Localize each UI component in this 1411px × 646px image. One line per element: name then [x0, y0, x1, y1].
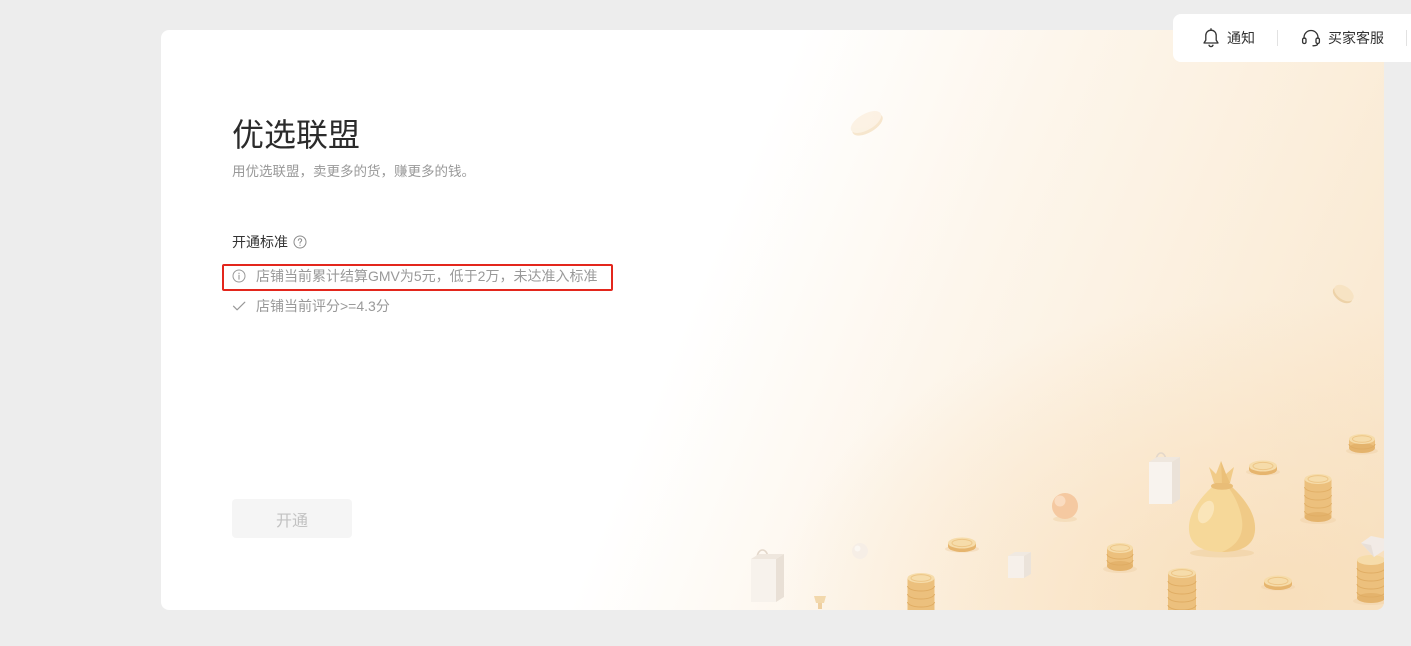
trophy-decoration	[814, 596, 826, 609]
box-illustration	[1008, 552, 1031, 578]
criteria-heading-label: 开通标准	[232, 234, 288, 250]
bell-icon	[1202, 28, 1220, 48]
ground-shadows	[945, 447, 1384, 605]
main-card: 优选联盟 用优选联盟，卖更多的货，赚更多的钱。 开通标准 店铺当前累计结算GMV…	[161, 30, 1384, 610]
question-circle-icon[interactable]	[293, 235, 307, 249]
shopping-bag-illustration	[751, 549, 784, 602]
coin-stack-decoration	[1304, 474, 1332, 522]
criteria-heading: 开通标准	[232, 232, 307, 252]
page-title: 优选联盟	[232, 117, 361, 153]
coin-decoration	[948, 537, 976, 552]
gem-decoration	[1361, 536, 1384, 557]
money-bag-illustration	[1188, 461, 1256, 558]
buyer-service-label: 买家客服	[1328, 30, 1384, 46]
toolbar-divider	[1406, 30, 1407, 46]
coin-stack-decoration	[1356, 555, 1384, 603]
criteria-item-text: 店铺当前评分>=4.3分	[256, 298, 390, 314]
coin-stack-decoration	[1167, 568, 1197, 610]
coin-stack-decoration	[907, 573, 935, 610]
sphere-decoration	[1052, 493, 1078, 519]
coin-decoration	[1264, 575, 1292, 590]
coin-decoration	[850, 111, 883, 136]
criteria-item: 店铺当前评分>=4.3分	[232, 296, 390, 316]
shopping-bag-illustration	[1149, 452, 1180, 504]
sphere-decoration	[852, 543, 868, 559]
check-icon	[232, 299, 246, 313]
headset-icon	[1301, 29, 1321, 47]
coin-stack-decoration	[1106, 543, 1134, 571]
notification-label: 通知	[1227, 30, 1255, 46]
coin-decoration	[1249, 460, 1277, 475]
open-button[interactable]: 开通	[232, 499, 352, 538]
coin-stack-decoration	[1348, 434, 1376, 453]
notification-button[interactable]: 通知	[1202, 14, 1255, 62]
buyer-service-button[interactable]: 买家客服	[1301, 14, 1384, 62]
coin-decoration	[1332, 284, 1354, 304]
toolbar-divider	[1277, 30, 1278, 46]
page-subtitle: 用优选联盟，卖更多的货，赚更多的钱。	[232, 164, 475, 179]
highlight-box	[222, 264, 613, 291]
top-toolbar: 通知 买家客服	[1173, 14, 1411, 62]
